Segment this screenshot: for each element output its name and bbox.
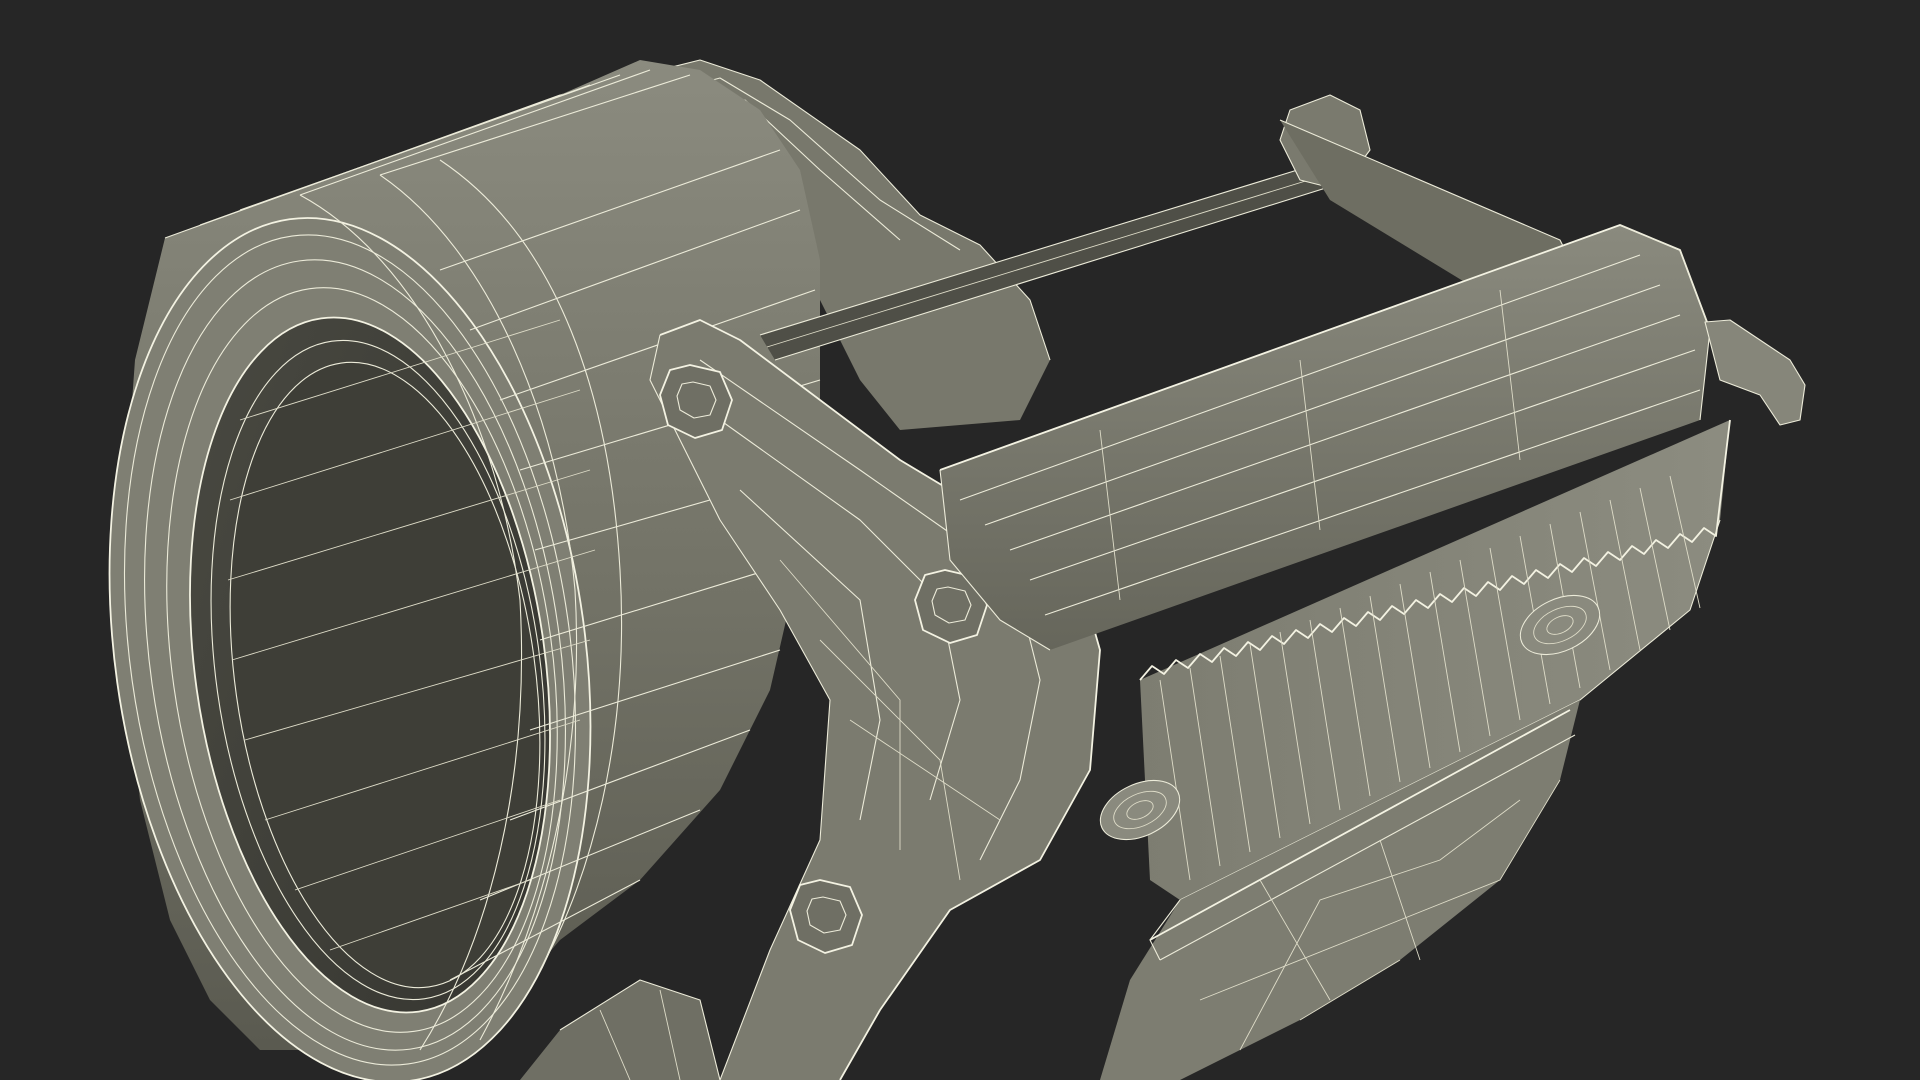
wireframe-render-viewport bbox=[108, 59, 1806, 1080]
end-flap bbox=[1704, 319, 1806, 426]
lower-base bbox=[520, 979, 721, 1080]
tape-core-tube bbox=[108, 60, 821, 1080]
bolt-top bbox=[659, 364, 733, 439]
bolt-bottom bbox=[789, 879, 863, 954]
